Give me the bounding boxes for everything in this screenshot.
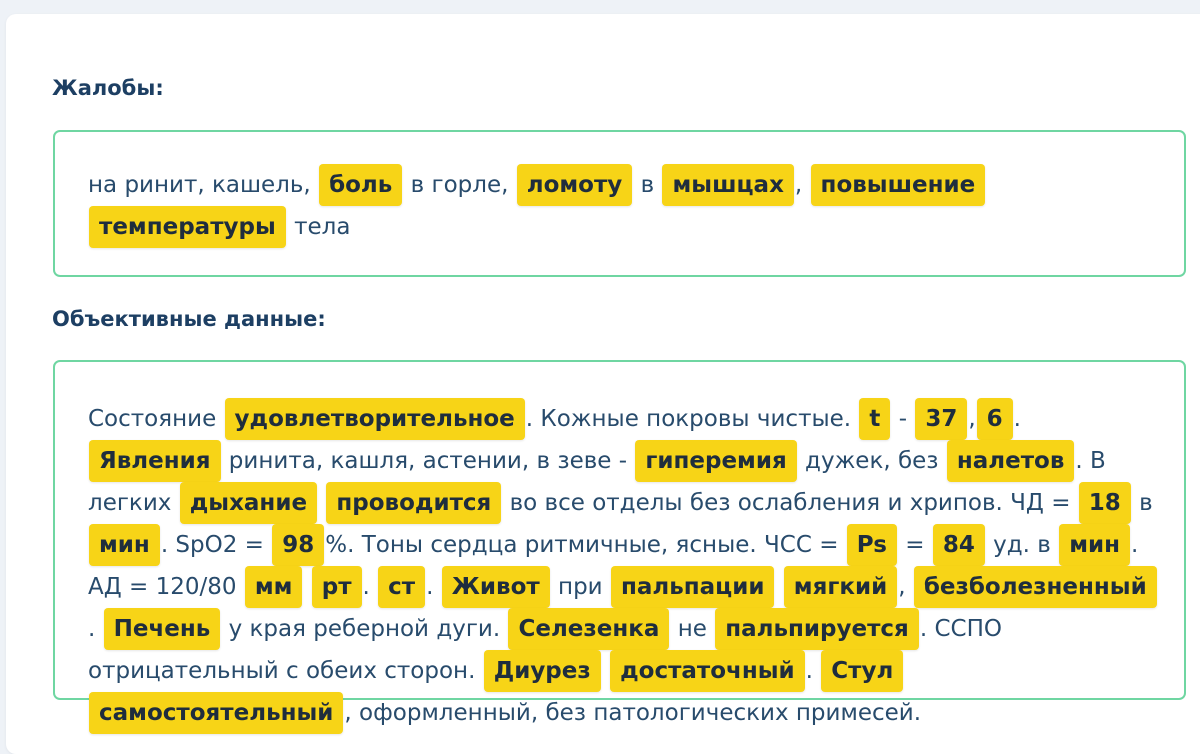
plain-text: . Кожные покровы чистые. xyxy=(525,406,859,432)
highlighted-term[interactable]: Живот xyxy=(441,566,550,608)
highlighted-term[interactable]: 18 xyxy=(1078,482,1131,524)
plain-text: у края реберной дуги. xyxy=(221,616,508,642)
highlighted-term[interactable]: 84 xyxy=(932,524,985,566)
highlighted-term[interactable]: мышцах xyxy=(662,164,794,206)
highlighted-term[interactable]: Стул xyxy=(821,650,904,692)
highlighted-term[interactable]: t xyxy=(859,398,891,440)
highlighted-term[interactable]: боль xyxy=(319,164,403,206)
plain-text xyxy=(775,574,782,600)
plain-text: . xyxy=(88,616,103,642)
plain-text xyxy=(602,658,609,684)
highlighted-term[interactable]: самостоятельный xyxy=(89,692,344,734)
plain-text xyxy=(318,490,325,516)
plain-text: - xyxy=(891,406,915,432)
plain-text: в xyxy=(633,172,662,198)
plain-text: . xyxy=(362,574,378,600)
plain-text: . xyxy=(1013,406,1021,432)
plain-text: тела xyxy=(286,214,351,240)
highlighted-term[interactable]: налетов xyxy=(946,440,1075,482)
plain-text: . SpO2 = xyxy=(160,532,272,558)
highlighted-term[interactable]: Явления xyxy=(89,440,221,482)
plain-text: %. Тоны сердца ритмичные, ясные. ЧСС = xyxy=(325,532,846,558)
objective-data-title: Объективные данные: xyxy=(52,307,326,331)
complaints-title: Жалобы: xyxy=(52,76,164,100)
plain-text: уд. в xyxy=(985,532,1059,558)
highlighted-term[interactable]: мин xyxy=(89,524,160,566)
plain-text: в горле, xyxy=(403,172,516,198)
highlighted-term[interactable]: гиперемия xyxy=(635,440,797,482)
highlighted-term[interactable]: 98 xyxy=(272,524,325,566)
highlighted-term[interactable]: Селезенка xyxy=(508,608,670,650)
plain-text: . xyxy=(426,574,441,600)
plain-text: на ринит, кашель, xyxy=(88,172,319,198)
highlighted-term[interactable]: Ps xyxy=(846,524,897,566)
plain-text: , xyxy=(898,574,913,600)
highlighted-term[interactable]: достаточный xyxy=(610,650,805,692)
highlighted-term[interactable]: мягкий xyxy=(783,566,898,608)
highlighted-term[interactable]: мм xyxy=(244,566,303,608)
highlighted-term[interactable]: 37 xyxy=(915,398,968,440)
highlighted-term[interactable]: Печень xyxy=(103,608,221,650)
highlighted-term[interactable]: пальпации xyxy=(610,566,775,608)
highlighted-term[interactable]: безболезненный xyxy=(913,566,1157,608)
highlighted-term[interactable]: 6 xyxy=(976,398,1013,440)
plain-text: . xyxy=(805,658,821,684)
plain-text: при xyxy=(550,574,610,600)
content-card: Жалобы: на ринит, кашель, боль в горле, … xyxy=(6,14,1200,754)
highlighted-term[interactable]: дыхание xyxy=(179,482,318,524)
highlighted-term[interactable]: повышение xyxy=(810,164,986,206)
plain-text: в xyxy=(1131,490,1153,516)
plain-text xyxy=(303,574,310,600)
plain-text: , xyxy=(968,406,976,432)
highlighted-term[interactable]: ст xyxy=(378,566,426,608)
highlighted-term[interactable]: ломоту xyxy=(516,164,633,206)
highlighted-term[interactable]: температуры xyxy=(89,206,286,248)
plain-text: ринита, кашля, астении, в зеве - xyxy=(221,448,635,474)
plain-text: , xyxy=(794,172,810,198)
highlighted-term[interactable]: удовлетворительное xyxy=(224,398,525,440)
plain-text: , оформленный, без патологических примес… xyxy=(344,700,922,726)
highlighted-term[interactable]: рт xyxy=(311,566,362,608)
plain-text: не xyxy=(670,616,715,642)
plain-text: дужек, без xyxy=(797,448,946,474)
complaints-text-box: на ринит, кашель, боль в горле, ломоту в… xyxy=(53,130,1186,277)
objective-data-text-box: Состояние удовлетворительное. Кожные пок… xyxy=(53,360,1186,734)
highlighted-term[interactable]: мин xyxy=(1059,524,1130,566)
plain-text: = xyxy=(897,532,932,558)
highlighted-term[interactable]: пальпируется xyxy=(715,608,919,650)
highlighted-term[interactable]: проводится xyxy=(326,482,502,524)
plain-text: Состояние xyxy=(88,406,224,432)
highlighted-term[interactable]: Диурез xyxy=(483,650,601,692)
plain-text: во все отделы без ослабления и хрипов. Ч… xyxy=(502,490,1078,516)
